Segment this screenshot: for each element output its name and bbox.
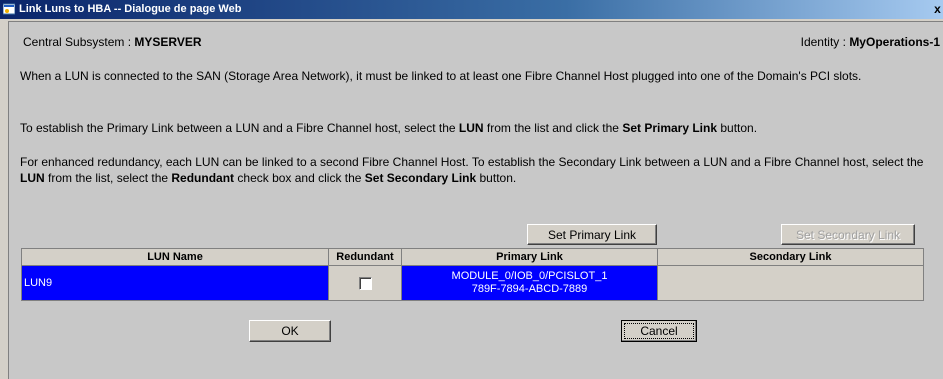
- primary-link-wwn: 789F-7894-ABCD-7889: [471, 283, 588, 295]
- subsystem-label: Central Subsystem :: [23, 35, 135, 49]
- instruction-paragraph-1: When a LUN is connected to the SAN (Stor…: [20, 69, 862, 83]
- cancel-button[interactable]: Cancel: [621, 320, 697, 342]
- table-row[interactable]: LUN9 MODULE_0/IOB_0/PCISLOT_1 789F-7894-A…: [21, 265, 924, 301]
- window-title: Link Luns to HBA -- Dialogue de page Web: [19, 3, 242, 15]
- dialog-body: Central Subsystem : MYSERVER Identity : …: [8, 21, 943, 379]
- column-header-secondary-link[interactable]: Secondary Link: [657, 248, 924, 266]
- close-icon[interactable]: x: [932, 1, 943, 17]
- instruction-paragraph-3: For enhanced redundancy, each LUN can be…: [20, 155, 924, 185]
- column-header-lun-name[interactable]: LUN Name: [21, 248, 329, 266]
- table-header-row: LUN Name Redundant Primary Link Secondar…: [21, 248, 924, 266]
- redundant-checkbox[interactable]: [358, 276, 372, 290]
- column-header-primary-link[interactable]: Primary Link: [401, 248, 658, 266]
- identity: Identity : MyOperations-1: [801, 35, 940, 49]
- identity-value: MyOperations-1: [849, 35, 940, 49]
- lun-name-cell[interactable]: LUN9: [21, 265, 329, 301]
- dialog-window: Link Luns to HBA -- Dialogue de page Web…: [0, 0, 943, 379]
- primary-link-cell[interactable]: MODULE_0/IOB_0/PCISLOT_1 789F-7894-ABCD-7…: [401, 265, 658, 301]
- ok-button[interactable]: OK: [249, 320, 331, 342]
- column-header-redundant[interactable]: Redundant: [328, 248, 402, 266]
- title-bar: Link Luns to HBA -- Dialogue de page Web…: [0, 0, 943, 19]
- lun-table: LUN Name Redundant Primary Link Secondar…: [21, 248, 924, 301]
- set-secondary-link-button[interactable]: Set Secondary Link: [781, 224, 915, 245]
- identity-label: Identity :: [800, 35, 850, 49]
- instruction-paragraph-2: To establish the Primary Link between a …: [20, 121, 758, 135]
- window-icon: [3, 3, 15, 15]
- primary-link-path: MODULE_0/IOB_0/PCISLOT_1: [451, 270, 608, 282]
- redundant-cell: [328, 265, 402, 301]
- central-subsystem: Central Subsystem : MYSERVER: [23, 35, 202, 49]
- subsystem-value: MYSERVER: [134, 35, 202, 49]
- secondary-link-cell[interactable]: [657, 265, 924, 301]
- set-primary-link-button[interactable]: Set Primary Link: [527, 224, 657, 245]
